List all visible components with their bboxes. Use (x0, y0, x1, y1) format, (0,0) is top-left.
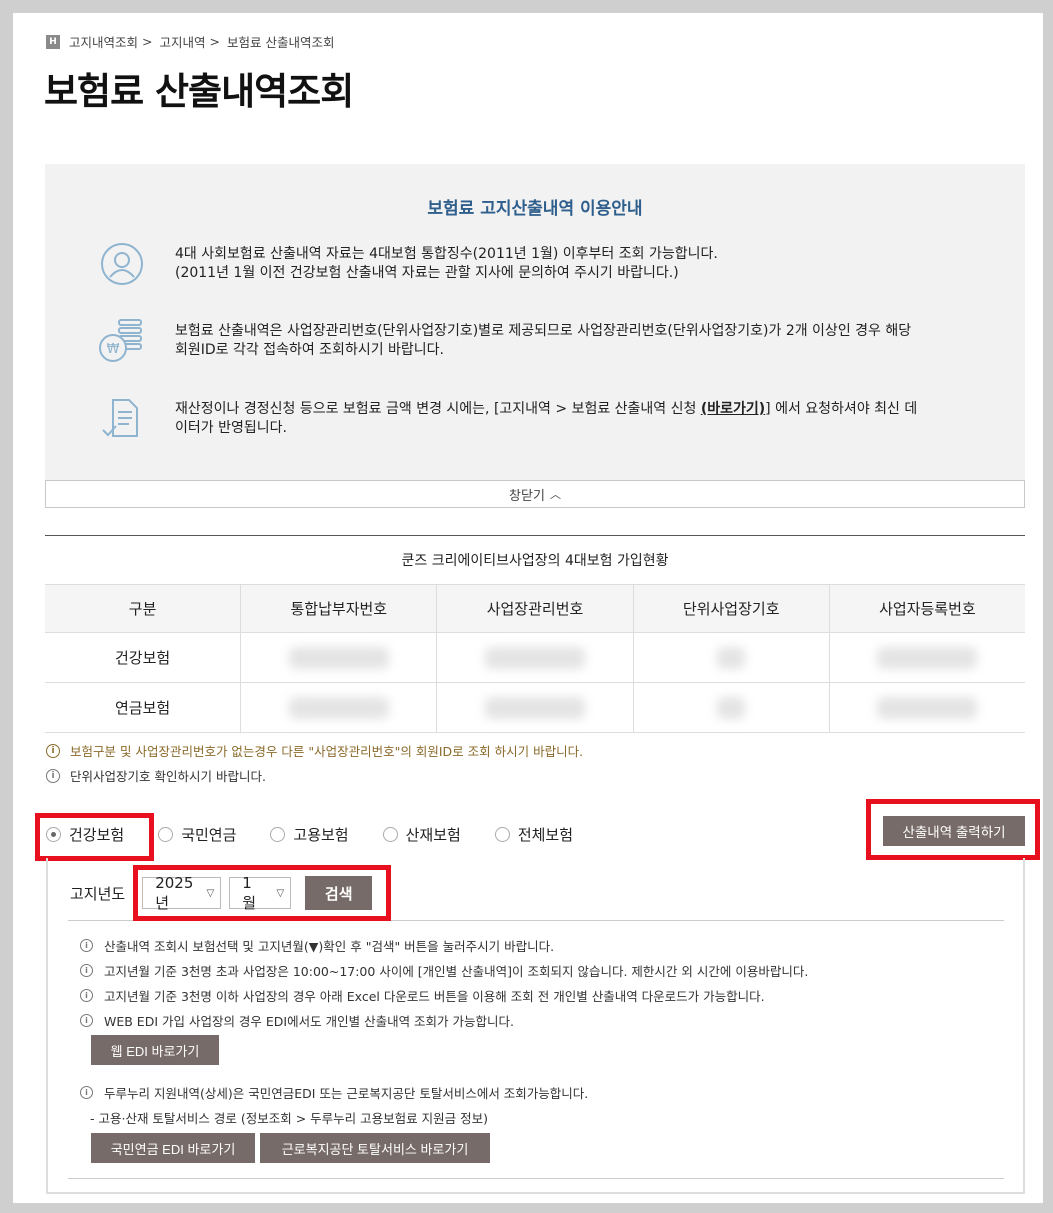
guide-line: i WEB EDI 가입 사업장의 경우 EDI에서도 개인별 산출내역 조회가 … (80, 1011, 514, 1030)
comwel-total-service-button[interactable]: 근로복지공단 토탈서비스 바로가기 (260, 1133, 490, 1163)
breadcrumb-item[interactable]: 고지내역조회 (69, 32, 138, 51)
breadcrumb-item[interactable]: 보험료 산출내역조회 (227, 32, 334, 51)
guide-text: WEB EDI 가입 사업장의 경우 EDI에서도 개인별 산출내역 조회가 가… (104, 1014, 514, 1029)
chevron-up-icon: ︿ (549, 488, 561, 501)
info-note: i 단위사업장기호 확인하시기 바랍니다. (46, 766, 266, 785)
redacted-cell (632, 683, 829, 732)
guide-text: 재산정이나 경정신청 등으로 보험료 금액 변경 시에는, [고지내역 > 보험… (175, 401, 701, 417)
guide-line: i 고지년월 기준 3천명 이하 사업장의 경우 아래 Excel 다운로드 버튼… (80, 986, 765, 1005)
radio-label: 전체보험 (517, 826, 574, 844)
table-row: 건강보험 (45, 632, 1025, 682)
guide-text: 4대 사회보험료 산출내역 자료는 4대보험 통합징수(2011년 1월) 이후… (175, 246, 718, 262)
radio-industrial[interactable]: 산재보험 (382, 824, 461, 845)
row-label: 연금보험 (115, 699, 171, 717)
guide-text: 고지년월 기준 3천명 초과 사업장은 10:00~17:00 사이에 [개인별… (104, 964, 809, 979)
document-check-icon (97, 394, 147, 444)
radio-label: 국민연금 (181, 826, 237, 844)
radio-dot[interactable] (270, 827, 286, 842)
guide-text: 보험료 산출내역은 사업장관리번호(단위사업장기호)별로 제공되므로 사업장관리… (175, 323, 912, 339)
warning-note: i 보험구분 및 사업장관리번호가 없는경우 다른 "사업장관리번호"의 회원I… (46, 741, 583, 760)
column-header: 단위사업장기호 (632, 585, 829, 632)
breadcrumb-separator: > (209, 34, 220, 49)
table-header-row: 구분 통합납부자번호 사업장관리번호 단위사업장기호 사업자등록번호 (45, 584, 1025, 632)
guide-text: 이터가 반영됩니다. (175, 420, 287, 436)
page: H 고지내역조회 > 고지내역 > 보험료 산출내역조회 보험료 산출내역조회 … (13, 13, 1043, 1203)
pension-edi-button[interactable]: 국민연금 EDI 바로가기 (91, 1133, 255, 1163)
radio-all[interactable]: 전체보험 (494, 824, 574, 845)
web-edi-button[interactable]: 웹 EDI 바로가기 (91, 1035, 219, 1065)
redacted-cell (240, 633, 436, 682)
radio-label: 고용보험 (293, 826, 349, 844)
usage-guide-box: 보험료 고지산출내역 이용안내 4대 사회보험료 산출내역 자료는 4대보험 통… (45, 164, 1025, 508)
svg-text:₩: ₩ (107, 342, 120, 357)
info-icon: i (80, 939, 93, 952)
notice-year-label: 고지년도 (70, 884, 126, 903)
radio-dot[interactable] (382, 827, 398, 842)
column-header: 사업자등록번호 (828, 585, 1025, 632)
guide-line: i 산출내역 조회시 보험선택 및 고지년월(▼)확인 후 "검색" 버튼을 눌러… (80, 936, 554, 955)
table-caption: 쿤즈 크리에이티브사업장의 4대보험 가입현황 (45, 535, 1025, 584)
guide-item: 재산정이나 경정신청 등으로 보험료 금액 변경 시에는, [고지내역 > 보험… (97, 394, 995, 444)
shortcut-link[interactable]: (바로가기) (701, 401, 765, 417)
enrollment-table: 쿤즈 크리에이티브사업장의 4대보험 가입현황 구분 통합납부자번호 사업장관리… (45, 535, 1025, 733)
highlight-box (866, 799, 1040, 860)
guide-line: i 고지년월 기준 3천명 초과 사업장은 10:00~17:00 사이에 [개인… (80, 961, 808, 980)
guide-item: 4대 사회보험료 산출내역 자료는 4대보험 통합징수(2011년 1월) 이후… (97, 239, 995, 289)
radio-dot[interactable] (158, 827, 174, 842)
close-label: 창닫기 (509, 488, 545, 504)
redacted-cell (632, 633, 829, 682)
warning-text: 보험구분 및 사업장관리번호가 없는경우 다른 "사업장관리번호"의 회원ID로… (70, 744, 584, 759)
breadcrumb: H 고지내역조회 > 고지내역 > 보험료 산출내역조회 (46, 32, 334, 51)
column-header: 사업장관리번호 (436, 585, 632, 632)
column-header: 통합납부자번호 (240, 585, 436, 632)
breadcrumb-separator: > (142, 34, 153, 49)
info-icon: i (80, 989, 93, 1002)
radio-employment[interactable]: 고용보험 (270, 824, 349, 845)
guide-text: 산출내역 조회시 보험선택 및 고지년월(▼)확인 후 "검색" 버튼을 눌러주… (104, 939, 555, 954)
table-row: 연금보험 (45, 682, 1025, 732)
guide-text: 고지년월 기준 3천명 이하 사업장의 경우 아래 Excel 다운로드 버튼을… (104, 989, 765, 1004)
user-icon (97, 239, 147, 289)
info-icon: i (46, 743, 60, 758)
guide-item: ₩ 보험료 산출내역은 사업장관리번호(단위사업장기호)별로 제공되므로 사업장… (97, 316, 995, 366)
column-header: 구분 (128, 600, 157, 618)
radio-dot[interactable] (494, 827, 510, 842)
radio-pension[interactable]: 국민연금 (158, 824, 236, 845)
guide-text: ] 에서 요청하셔야 최신 데 (765, 401, 918, 417)
breadcrumb-item[interactable]: 고지내역 (160, 32, 206, 51)
redacted-cell (828, 633, 1025, 682)
usage-guide-title: 보험료 고지산출내역 이용안내 (427, 199, 643, 219)
row-label: 건강보험 (115, 649, 171, 667)
redacted-cell (436, 683, 632, 732)
guide-text: (2011년 1월 이전 건강보험 산출내역 자료는 관할 지사에 문의하여 주… (175, 265, 679, 281)
guide-line: i 두루누리 지원내역(상세)은 국민연금EDI 또는 근로복지공단 토탈서비스에… (80, 1083, 588, 1102)
home-icon[interactable]: H (46, 34, 60, 49)
info-icon: i (46, 768, 60, 783)
redacted-cell (436, 633, 632, 682)
guide-text: 회원ID로 각각 접속하여 조회하시기 바랍니다. (175, 342, 444, 358)
highlight-box (133, 865, 391, 921)
info-text: 단위사업장기호 확인하시기 바랍니다. (70, 769, 266, 784)
won-coins-icon: ₩ (97, 316, 147, 366)
redacted-cell (828, 683, 1025, 732)
page-title: 보험료 산출내역조회 (44, 70, 354, 113)
guide-text: 두루누리 지원내역(상세)은 국민연금EDI 또는 근로복지공단 토탈서비스에서… (104, 1086, 589, 1101)
redacted-cell (240, 683, 436, 732)
info-icon: i (80, 964, 93, 977)
info-icon: i (80, 1014, 93, 1027)
radio-label: 산재보험 (405, 826, 461, 844)
highlight-box (35, 813, 154, 861)
support-path-text: - 고용·산재 토탈서비스 경로 (정보조회 > 두루누리 고용보험료 지원금 … (90, 1111, 488, 1126)
info-icon: i (80, 1086, 93, 1099)
close-guide-button[interactable]: 창닫기 ︿ (45, 480, 1025, 508)
